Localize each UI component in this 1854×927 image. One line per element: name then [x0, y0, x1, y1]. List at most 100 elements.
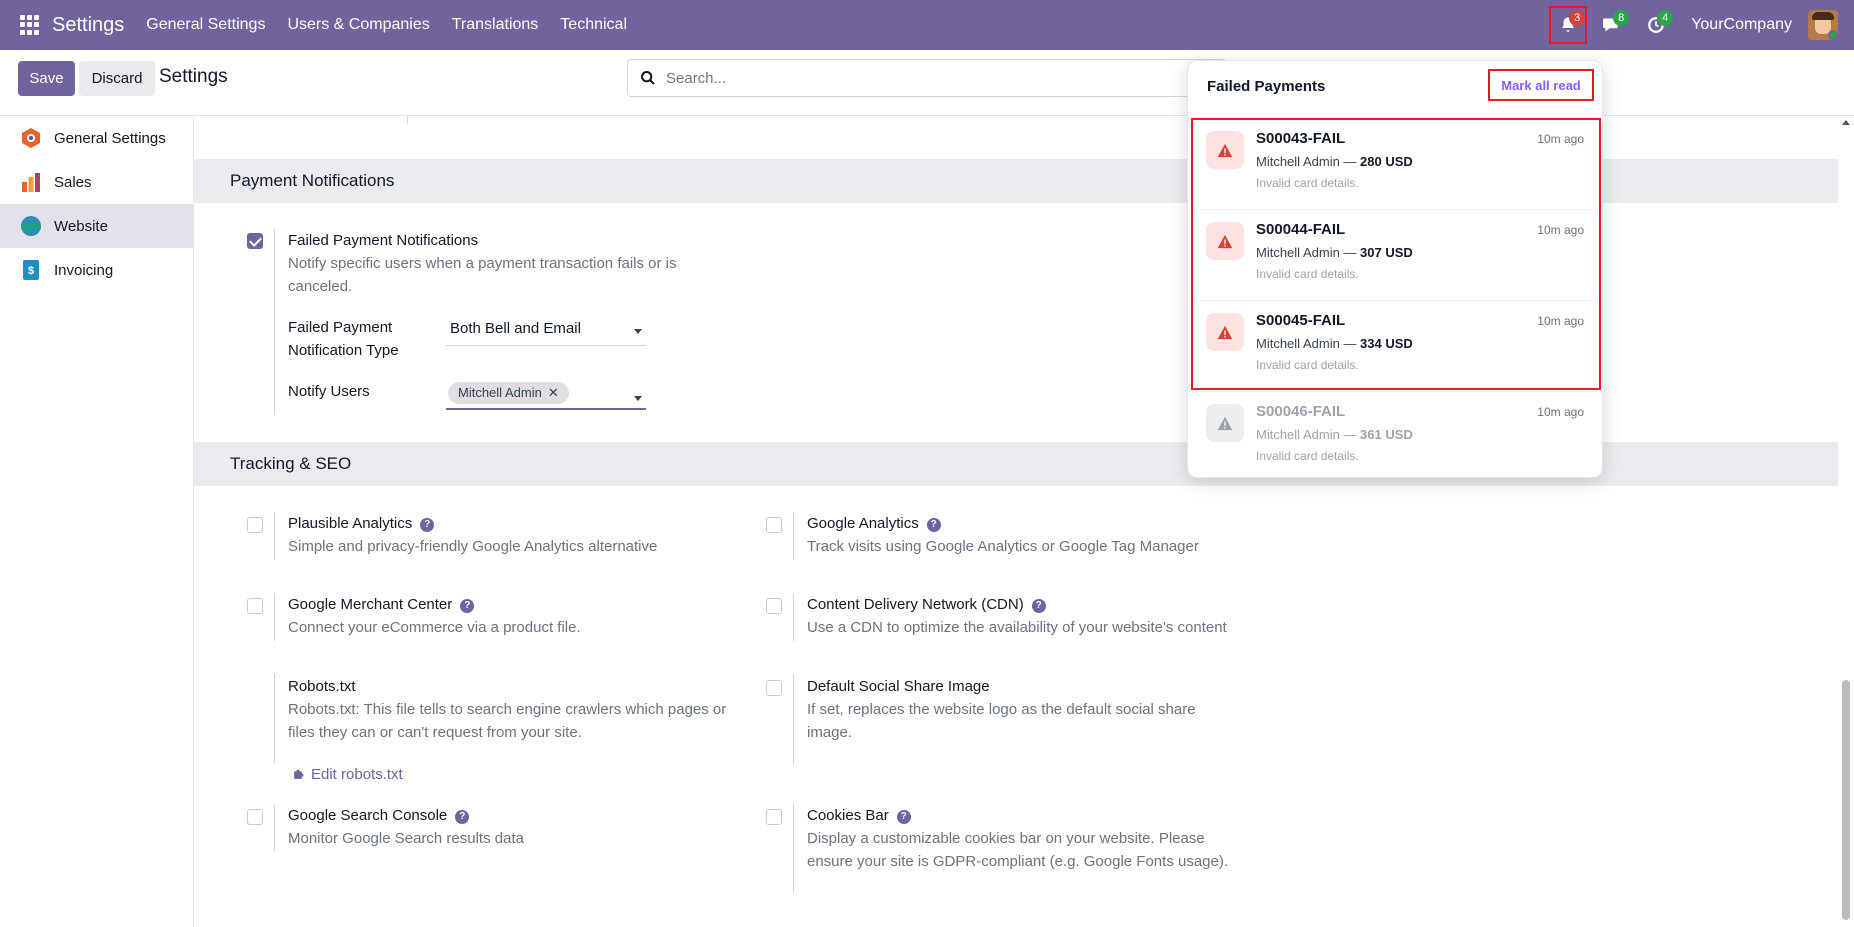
notification-ref: S00044-FAIL — [1256, 221, 1346, 238]
sidebar-item-label: Sales — [54, 173, 92, 191]
cdn-desc: Use a CDN to optimize the availability o… — [807, 619, 1227, 636]
sidebar-item-invoicing[interactable]: $ Invoicing — [0, 248, 193, 292]
notification-detail: Invalid card details. — [1256, 358, 1359, 372]
edit-robots-link[interactable]: Edit robots.txt — [292, 766, 403, 783]
social-share-desc: If set, replaces the website logo as the… — [807, 701, 1196, 741]
main-scrollbar[interactable] — [1838, 116, 1854, 927]
warning-icon — [1206, 222, 1244, 260]
scroll-thumb[interactable] — [1842, 680, 1850, 920]
cdn-title: Content Delivery Network (CDN)? — [807, 596, 1046, 613]
notification-time: 10m ago — [1537, 314, 1584, 328]
save-button[interactable]: Save — [18, 61, 75, 96]
sidebar-item-general-settings[interactable]: General Settings — [0, 116, 193, 160]
notification-summary: Mitchell Admin — 280 USD — [1256, 154, 1413, 169]
plausible-checkbox[interactable] — [247, 517, 263, 533]
plausible-title: Plausible Analytics? — [288, 515, 435, 532]
scroll-up-arrow-icon[interactable] — [1842, 120, 1850, 125]
help-icon[interactable]: ? — [460, 599, 475, 613]
menu-general-settings[interactable]: General Settings — [146, 16, 265, 34]
sales-icon — [20, 171, 42, 193]
online-status-dot — [1828, 30, 1838, 40]
remove-tag-icon[interactable]: ✕ — [548, 385, 559, 400]
cdn-checkbox[interactable] — [766, 598, 782, 614]
notification-type-value: Both Bell and Email — [450, 320, 581, 337]
setting-divider — [274, 228, 275, 415]
bell-notification-button[interactable]: 3 — [1549, 6, 1588, 44]
setting-divider — [793, 512, 794, 560]
svg-text:$: $ — [28, 265, 34, 277]
google-analytics-title: Google Analytics? — [807, 515, 941, 532]
warning-icon — [1206, 313, 1244, 351]
notification-summary: Mitchell Admin — 334 USD — [1256, 336, 1413, 351]
activity-button[interactable]: 4 — [1637, 6, 1675, 44]
chat-badge: 8 — [1613, 10, 1630, 26]
social-share-checkbox[interactable] — [766, 680, 782, 696]
search-bar[interactable] — [627, 59, 1227, 97]
discard-button[interactable]: Discard — [79, 61, 155, 96]
top-navbar: Settings General Settings Users & Compan… — [0, 0, 1854, 50]
settings-sidebar: General Settings Sales Website $ Invoici… — [0, 116, 194, 927]
search-console-checkbox[interactable] — [247, 809, 263, 825]
help-icon[interactable]: ? — [926, 518, 941, 532]
failed-payment-desc: Notify specific users when a payment tra… — [288, 255, 677, 295]
app-brand[interactable]: Settings — [52, 14, 124, 37]
setting-divider — [793, 674, 794, 764]
merchant-center-checkbox[interactable] — [247, 598, 263, 614]
google-analytics-checkbox[interactable] — [766, 517, 782, 533]
notification-ref: S00043-FAIL — [1256, 130, 1346, 147]
sidebar-item-sales[interactable]: Sales — [0, 160, 193, 204]
notification-item[interactable]: S00043-FAIL 10m ago Mitchell Admin — 280… — [1194, 119, 1598, 210]
mark-all-read-button[interactable]: Mark all read — [1488, 69, 1594, 101]
menu-users-companies[interactable]: Users & Companies — [287, 16, 429, 34]
notification-time: 10m ago — [1537, 132, 1584, 146]
setting-divider — [274, 804, 275, 852]
cookies-bar-checkbox[interactable] — [766, 809, 782, 825]
chevron-down-icon — [634, 329, 642, 334]
notification-item[interactable]: S00044-FAIL 10m ago Mitchell Admin — 307… — [1194, 210, 1598, 301]
apps-grid-icon[interactable] — [20, 15, 40, 35]
google-analytics-desc: Track visits using Google Analytics or G… — [807, 538, 1199, 555]
page-title: Settings — [159, 66, 228, 87]
search-input[interactable] — [666, 69, 1166, 87]
notification-item[interactable]: S00046-FAIL 10m ago Mitchell Admin — 361… — [1194, 392, 1598, 483]
failed-payment-checkbox[interactable] — [247, 233, 263, 249]
chat-button[interactable]: 8 — [1593, 6, 1631, 44]
setting-divider — [274, 512, 275, 560]
notification-type-label: Failed Payment Notification Type — [288, 319, 399, 359]
previous-field-divider — [407, 116, 408, 124]
menu-technical[interactable]: Technical — [560, 16, 627, 34]
notification-summary: Mitchell Admin — 307 USD — [1256, 245, 1413, 260]
setting-divider — [274, 593, 275, 641]
setting-divider — [274, 674, 275, 764]
setting-divider — [793, 593, 794, 641]
activity-badge: 4 — [1657, 10, 1674, 26]
help-icon[interactable]: ? — [420, 518, 435, 532]
menu-translations[interactable]: Translations — [452, 16, 539, 34]
cookies-bar-title: Cookies Bar? — [807, 807, 911, 824]
search-console-desc: Monitor Google Search results data — [288, 830, 524, 847]
help-icon[interactable]: ? — [455, 810, 470, 824]
robots-desc: Robots.txt: This file tells to search en… — [288, 701, 727, 741]
notification-ref: S00046-FAIL — [1256, 403, 1346, 420]
dropdown-title: Failed Payments — [1207, 78, 1326, 95]
failed-payments-dropdown: Failed Payments Mark all read S00043-FAI… — [1187, 60, 1603, 478]
sidebar-item-label: Website — [54, 217, 108, 235]
user-avatar[interactable] — [1808, 10, 1838, 40]
company-switcher[interactable]: YourCompany — [1691, 16, 1792, 34]
user-tag-label: Mitchell Admin — [458, 385, 542, 400]
notify-users-field[interactable]: Mitchell Admin ✕ — [446, 380, 646, 410]
warning-icon — [1206, 404, 1244, 442]
notify-users-label: Notify Users — [288, 383, 370, 400]
warning-icon — [1206, 131, 1244, 169]
plausible-desc: Simple and privacy-friendly Google Analy… — [288, 538, 658, 555]
help-icon[interactable]: ? — [1031, 599, 1046, 613]
failed-payment-title: Failed Payment Notifications — [288, 232, 479, 249]
notification-type-select[interactable]: Both Bell and Email — [446, 316, 646, 346]
notification-item[interactable]: S00045-FAIL 10m ago Mitchell Admin — 334… — [1194, 301, 1598, 392]
general-settings-icon — [20, 127, 42, 149]
sidebar-item-website[interactable]: Website — [0, 204, 193, 248]
puzzle-icon — [294, 769, 304, 779]
help-icon[interactable]: ? — [896, 810, 911, 824]
search-icon — [641, 71, 655, 85]
bell-badge: 3 — [1569, 10, 1586, 26]
